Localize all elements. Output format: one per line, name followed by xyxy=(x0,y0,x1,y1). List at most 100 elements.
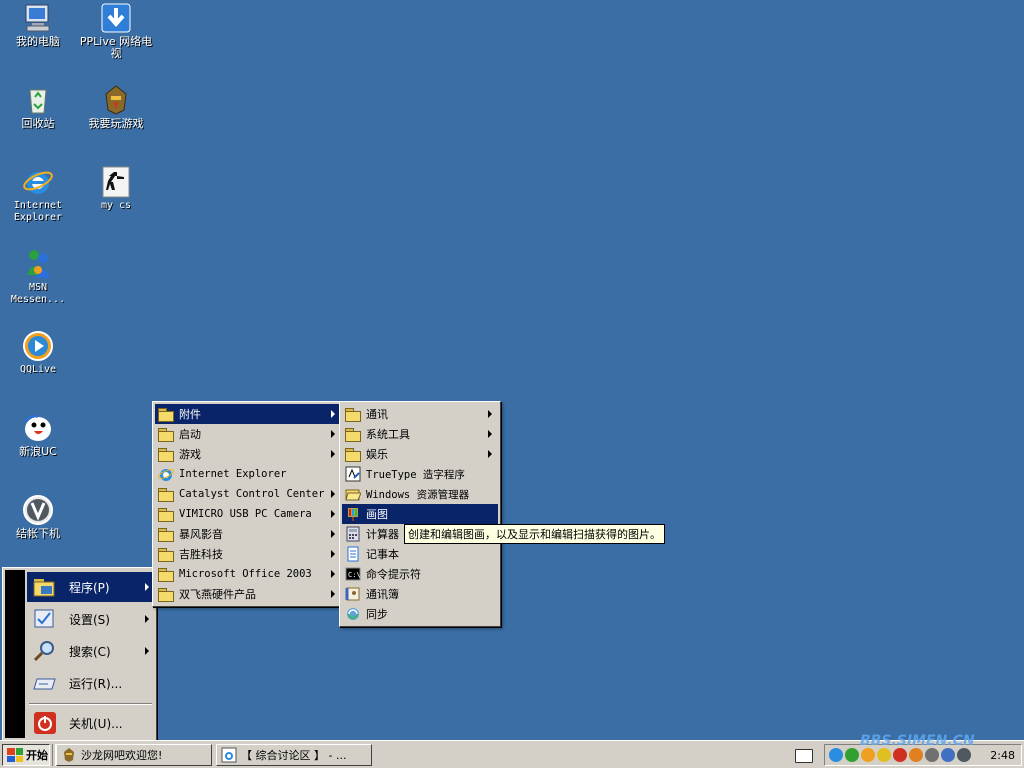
warrior-helmet-icon xyxy=(100,84,132,116)
desktop-icon-label: 新浪UC xyxy=(19,445,57,458)
programs-item-jisheng[interactable]: 吉胜科技 xyxy=(155,544,341,564)
programs-item-vimicro[interactable]: VIMICRO USB PC Camera xyxy=(155,504,341,524)
programs-item-accessories[interactable]: 附件 xyxy=(155,404,341,424)
internet-explorer-icon xyxy=(22,166,54,198)
start-menu-item-shutdown[interactable]: 关机(U)... xyxy=(27,708,155,738)
menu-item-label: 通讯簿 xyxy=(366,588,399,601)
accessories-item-entertainment[interactable]: 娱乐 xyxy=(342,444,498,464)
tray-app-icon[interactable] xyxy=(845,748,859,762)
address-book-icon xyxy=(345,586,361,602)
desktop-icon-internet-explorer[interactable]: Internet Explorer xyxy=(0,166,76,224)
desktop-icon-label: QQLive xyxy=(19,364,57,375)
submenu-arrow-icon xyxy=(331,430,335,438)
start-button-label: 开始 xyxy=(26,749,48,762)
tray-app-icon[interactable] xyxy=(925,748,939,762)
folder-icon xyxy=(345,426,361,442)
font-editor-icon xyxy=(345,466,361,482)
start-menu-item-run[interactable]: 运行(R)... xyxy=(27,668,155,698)
accessories-item-command-prompt[interactable]: C:\ 命令提示符 xyxy=(342,564,498,584)
accessories-item-communications[interactable]: 通讯 xyxy=(342,404,498,424)
submenu-arrow-icon xyxy=(331,530,335,538)
sina-uc-bird-icon xyxy=(22,412,54,444)
submenu-arrow-icon xyxy=(145,647,149,655)
menu-item-label: 通讯 xyxy=(366,408,388,421)
qq-penguin-icon[interactable] xyxy=(893,748,907,762)
menu-item-label: Internet Explorer xyxy=(179,468,287,480)
desktop-icon-msn-messenger[interactable]: MSN Messen... xyxy=(0,248,76,306)
programs-item-internet-explorer[interactable]: Internet Explorer xyxy=(155,464,341,484)
qq-penguin-icon[interactable] xyxy=(861,748,875,762)
settings-icon xyxy=(33,607,57,631)
desktop-icon-sina-uc[interactable]: 新浪UC xyxy=(0,412,76,458)
submenu-arrow-icon xyxy=(331,490,335,498)
folder-icon xyxy=(158,526,174,542)
programs-folder-icon xyxy=(33,575,57,599)
menu-item-label: 启动 xyxy=(179,428,201,441)
accessories-item-notepad[interactable]: 记事本 xyxy=(342,544,498,564)
taskbar-task-label: 沙龙网吧欢迎您! xyxy=(81,749,163,762)
programs-item-baofeng[interactable]: 暴风影音 xyxy=(155,524,341,544)
taskbar-task-forum[interactable]: 【 综合讨论区 】 - ... xyxy=(216,744,372,766)
folder-icon xyxy=(158,546,174,562)
accessories-item-system-tools[interactable]: 系统工具 xyxy=(342,424,498,444)
start-menu-item-settings[interactable]: 设置(S) xyxy=(27,604,155,634)
taskbar-task-label: 【 综合讨论区 】 - ... xyxy=(241,749,347,762)
accessories-item-address-book[interactable]: 通讯簿 xyxy=(342,584,498,604)
submenu-arrow-icon xyxy=(488,450,492,458)
download-arrow-icon xyxy=(100,2,132,34)
clock[interactable]: 2:48 xyxy=(990,749,1015,762)
folder-icon xyxy=(158,406,174,422)
desktop-icon-pplive[interactable]: PPLive 网络电视 xyxy=(78,2,154,60)
msn-messenger-icon xyxy=(22,248,54,280)
programs-item-catalyst[interactable]: Catalyst Control Center xyxy=(155,484,341,504)
accessories-item-windows-explorer[interactable]: Windows 资源管理器 xyxy=(342,484,498,504)
qq-penguin-icon[interactable] xyxy=(877,748,891,762)
menu-item-label: 双飞燕硬件产品 xyxy=(179,588,256,601)
submenu-arrow-icon xyxy=(331,550,335,558)
programs-item-startup[interactable]: 启动 xyxy=(155,424,341,444)
volume-icon[interactable] xyxy=(941,748,955,762)
folder-icon xyxy=(158,426,174,442)
accessories-item-truetype-editor[interactable]: TrueType 造字程序 xyxy=(342,464,498,484)
desktop-icon-qqlive[interactable]: QQLive xyxy=(0,330,76,376)
start-menu-item-label: 设置(S) xyxy=(69,612,110,627)
folder-icon xyxy=(158,566,174,582)
desktop-icon-checkout[interactable]: 结帐下机 xyxy=(0,494,76,540)
submenu-arrow-icon xyxy=(145,615,149,623)
desktop-icon-games[interactable]: 我要玩游戏 xyxy=(78,84,154,130)
start-button[interactable]: 开始 xyxy=(2,744,50,766)
folder-icon xyxy=(158,586,174,602)
desktop-icon-label: 我的电脑 xyxy=(16,35,60,48)
start-menu-item-programs[interactable]: 程序(P) xyxy=(27,572,155,602)
submenu-arrow-icon xyxy=(331,590,335,598)
menu-item-label: 附件 xyxy=(179,408,201,421)
programs-item-games[interactable]: 游戏 xyxy=(155,444,341,464)
windows-flag-icon xyxy=(7,748,23,762)
desktop-icon-my-cs[interactable]: my cs xyxy=(78,166,154,212)
explorer-folder-icon xyxy=(345,486,362,502)
submenu-arrow-icon xyxy=(331,570,335,578)
accessories-item-paint[interactable]: 画图 xyxy=(342,504,498,524)
keyboard-icon[interactable] xyxy=(795,749,813,763)
network-icon[interactable] xyxy=(829,748,843,762)
start-menu-item-label: 运行(R)... xyxy=(69,676,123,691)
folder-icon xyxy=(158,506,174,522)
start-menu-item-search[interactable]: 搜索(C) xyxy=(27,636,155,666)
accessories-item-synchronize[interactable]: 同步 xyxy=(342,604,498,624)
desktop-icon-recycle-bin[interactable]: 回收站 xyxy=(0,84,76,130)
submenu-arrow-icon xyxy=(488,430,492,438)
desktop-icon-my-computer[interactable]: 我的电脑 xyxy=(0,2,76,48)
command-prompt-icon: C:\ xyxy=(345,566,361,582)
watermark-logo: BBS.SIMEN.CN xyxy=(860,733,975,749)
checkout-v-icon[interactable] xyxy=(957,748,971,762)
recycle-bin-icon xyxy=(22,84,54,116)
menu-item-label: 暴风影音 xyxy=(179,528,223,541)
programs-item-office[interactable]: Microsoft Office 2003 xyxy=(155,564,341,584)
taskbar-task-welcome[interactable]: 沙龙网吧欢迎您! xyxy=(56,744,212,766)
desktop-icon-label: 我要玩游戏 xyxy=(88,117,144,130)
counter-strike-icon xyxy=(100,166,132,198)
qq-penguin-icon[interactable] xyxy=(909,748,923,762)
start-menu-item-label: 程序(P) xyxy=(69,580,110,595)
submenu-arrow-icon xyxy=(331,510,335,518)
programs-item-a4tech[interactable]: 双飞燕硬件产品 xyxy=(155,584,341,604)
